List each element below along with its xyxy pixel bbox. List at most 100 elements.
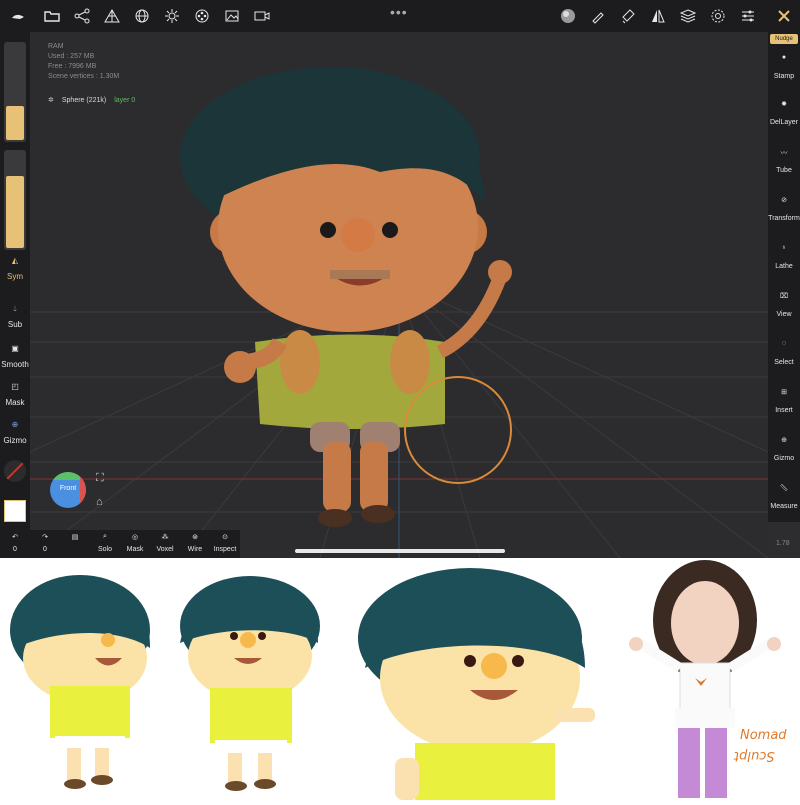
undo-button[interactable]: ↶ 0	[0, 533, 30, 553]
lathe-tool[interactable]: ♁ Lathe	[768, 244, 800, 270]
measure-icon: 📏︎	[779, 485, 789, 492]
home-icon[interactable]: ⌂	[96, 496, 103, 508]
view-label: View	[776, 311, 792, 318]
gizmo-tool[interactable]: ⊕ Gizmo	[768, 436, 800, 462]
ram-label: RAM	[48, 43, 64, 50]
smooth-label: Smooth	[1, 360, 29, 369]
intensity-slider[interactable]	[4, 150, 26, 250]
frame-icon[interactable]: ⛶	[96, 472, 104, 485]
tube-tool[interactable]: 〰 Tube	[768, 148, 800, 174]
select-icon: ◌	[781, 340, 787, 347]
camera-icon[interactable]	[252, 6, 272, 26]
layer-name[interactable]: layer 0	[114, 97, 135, 104]
3d-viewport[interactable]	[30, 32, 768, 558]
mask-toggle-button[interactable]: ◎ Mask	[120, 533, 150, 553]
sub-label: Sub	[7, 320, 23, 329]
gizmo-icon: ⊕	[781, 437, 787, 444]
lathe-icon: ♁	[781, 244, 787, 251]
gizmo-icon: ⊕	[11, 420, 19, 429]
view-tool[interactable]: ⌧ View	[768, 292, 800, 318]
insert-label: Insert	[775, 407, 793, 414]
left-toolbar: ◭ Sym 💧︎ Sub ▣ Smooth ◰ Mask ⊕ Gizmo	[0, 32, 30, 532]
mask-icon: ◰	[11, 382, 19, 391]
globe-icon[interactable]	[132, 6, 152, 26]
tube-label: Tube	[776, 167, 792, 174]
redo-button[interactable]: ↷ 0	[30, 533, 60, 553]
folder-icon[interactable]	[42, 6, 62, 26]
measure-tool[interactable]: 📏︎ Measure	[768, 484, 800, 510]
scene-object-row[interactable]: ✲ Sphere (221k) layer 0	[48, 96, 135, 105]
share-graph-icon[interactable]	[72, 6, 92, 26]
signature-line-1: Nomad	[740, 728, 787, 743]
top-toolbar: •••	[0, 0, 800, 32]
gizmo-label: Gizmo	[773, 455, 795, 462]
more-dots-icon[interactable]: •••	[390, 4, 408, 20]
scene-vertices: Scene vertices : 1.30M	[48, 73, 120, 80]
insert-tool[interactable]: ⊞ Insert	[768, 388, 800, 414]
film-reel-icon[interactable]	[192, 6, 212, 26]
redo-icon: ↷	[42, 534, 48, 541]
image-icon[interactable]	[222, 6, 242, 26]
undo-icon: ↶	[12, 534, 18, 541]
eye-off-icon: ◎	[131, 534, 139, 541]
mesh-icon[interactable]	[102, 6, 122, 26]
layers-icon[interactable]	[678, 6, 698, 26]
history-icon[interactable]: ▤	[60, 533, 90, 546]
dellayer-tool[interactable]: ✹ DelLayer	[768, 100, 800, 126]
settings-icon[interactable]	[708, 6, 728, 26]
brush-radius-ring	[404, 376, 512, 484]
transform-icon: ⊘	[781, 197, 787, 204]
undo-count: 0	[13, 546, 17, 553]
dellayer-icon: ✹	[781, 101, 787, 108]
gizmo-button[interactable]: ⊕ Gizmo	[0, 420, 30, 445]
solo-button[interactable]: ⌕ Solo	[90, 533, 120, 553]
nudge-tool[interactable]: Nudge	[770, 34, 798, 44]
measure-label: Measure	[770, 503, 798, 510]
dellayer-label: DelLayer	[769, 119, 798, 126]
search-icon: ⌕	[103, 533, 107, 540]
home-indicator[interactable]	[295, 549, 505, 553]
mask-button[interactable]: ◰ Mask	[0, 382, 30, 407]
inspect-label: Inspect	[213, 546, 237, 553]
radius-slider[interactable]	[4, 42, 26, 142]
material-color-swatch[interactable]	[4, 500, 26, 522]
bottom-toolbar: ↶ 0 ↷ 0 ▤ ⌕ Solo ◎ Mask ⁂ Voxel ⊛ Wire ⊙…	[0, 530, 240, 558]
app-logo-icon[interactable]	[8, 6, 28, 26]
sym-icon: ◭	[11, 256, 19, 265]
sym-button[interactable]: ◭ Sym	[0, 256, 30, 281]
wire-button[interactable]: ⊛ Wire	[180, 533, 210, 553]
stamp-tool[interactable]: ● Stamp	[768, 54, 800, 80]
memory-info-panel: RAM Used : 257 MB Free : 7996 MB Scene v…	[48, 42, 119, 82]
redo-count: 0	[43, 546, 47, 553]
select-label: Select	[774, 359, 794, 366]
inspect-button[interactable]: ⊙ Inspect	[210, 533, 240, 553]
lathe-label: Lathe	[775, 263, 793, 270]
mask-label: Mask	[5, 398, 25, 407]
sun-icon[interactable]	[162, 6, 182, 26]
sym-label: Sym	[7, 272, 23, 281]
brush-icon[interactable]	[588, 6, 608, 26]
voxel-icon: ⁂	[161, 534, 169, 541]
nomad-sculpt-app: ••• RAM Used: 257 MB Free: 7996 MB Sce…	[0, 0, 800, 558]
scene-object-name: Sphere (221k)	[61, 96, 107, 104]
settings-icon: ✲	[48, 97, 54, 104]
select-tool[interactable]: ◌ Select	[768, 340, 800, 366]
tools-icon[interactable]	[774, 6, 794, 26]
wire-label: Wire	[187, 546, 203, 553]
character-render-1	[10, 575, 150, 789]
sliders-icon[interactable]	[738, 6, 758, 26]
ram-used: Used : 257 MB	[48, 53, 95, 60]
gizmo-label: Gizmo	[3, 436, 27, 445]
view-cube[interactable]: Front	[50, 472, 86, 508]
view-cube-label: Front	[59, 485, 77, 492]
paint-icon[interactable]	[618, 6, 638, 26]
material-sphere-icon[interactable]	[558, 6, 578, 26]
stroke-color-swatch[interactable]	[4, 460, 26, 482]
stamp-label: Stamp	[773, 73, 795, 80]
sub-button[interactable]: 💧︎ Sub	[0, 304, 30, 329]
voxel-button[interactable]: ⁂ Voxel	[150, 533, 180, 553]
mirror-icon[interactable]	[648, 6, 668, 26]
smooth-icon: ▣	[11, 344, 19, 353]
transform-tool[interactable]: ⊘ Transform	[768, 196, 800, 222]
smooth-button[interactable]: ▣ Smooth	[0, 344, 30, 369]
